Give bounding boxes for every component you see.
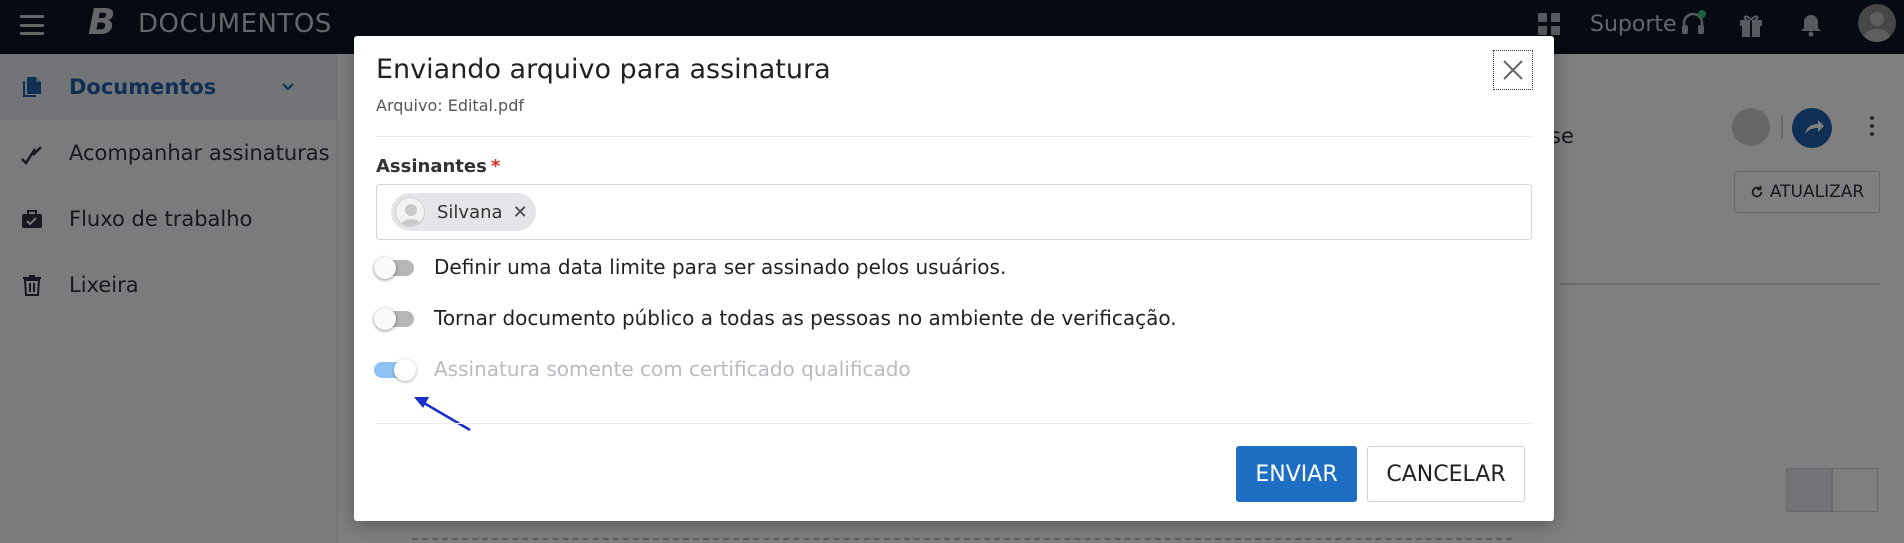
deadline-label: Definir uma data limite para ser assinad…: [434, 255, 1007, 279]
close-button[interactable]: [1493, 50, 1533, 90]
divider: [376, 136, 1532, 137]
signers-label-text: Assinantes: [376, 156, 487, 177]
dialog-title: Enviando arquivo para assinatura: [376, 54, 831, 85]
annotation-arrow-icon: [414, 397, 471, 432]
remove-signer-icon[interactable]: ✕: [513, 202, 528, 223]
deadline-option: Definir uma data limite para ser assinad…: [374, 252, 1006, 282]
qualified-certificate-label: Assinatura somente com certificado quali…: [434, 357, 911, 381]
qualified-certificate-option: Assinatura somente com certificado quali…: [374, 354, 911, 384]
send-button[interactable]: ENVIAR: [1236, 446, 1357, 502]
send-for-signature-dialog: Enviando arquivo para assinatura Arquivo…: [354, 36, 1554, 521]
required-mark: *: [490, 156, 501, 177]
public-document-label: Tornar documento público a todas as pess…: [434, 306, 1177, 330]
deadline-toggle[interactable]: [374, 257, 416, 279]
qualified-certificate-toggle[interactable]: [374, 359, 416, 381]
signer-chip: Silvana ✕: [391, 193, 536, 231]
dialog-subtitle: Arquivo: Edital.pdf: [376, 96, 524, 115]
cancel-button[interactable]: CANCELAR: [1367, 446, 1525, 502]
signers-input[interactable]: Silvana ✕: [376, 184, 1532, 240]
close-icon: [1503, 60, 1523, 80]
public-document-toggle[interactable]: [374, 308, 416, 330]
signers-label: Assinantes *: [376, 156, 500, 177]
public-document-option: Tornar documento público a todas as pess…: [374, 303, 1177, 333]
divider: [376, 423, 1532, 424]
signer-name: Silvana: [437, 201, 503, 223]
signer-avatar: [395, 197, 425, 227]
